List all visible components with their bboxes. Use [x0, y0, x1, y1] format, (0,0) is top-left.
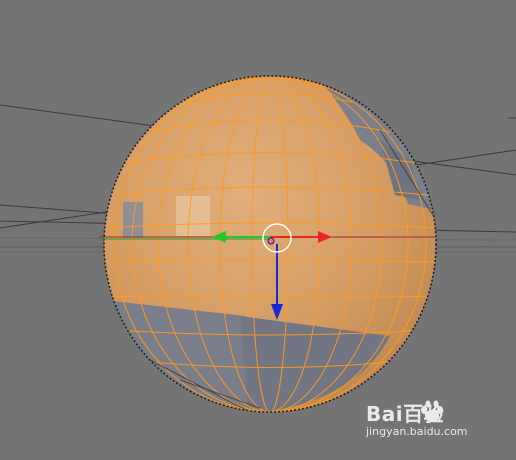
viewport-scene[interactable]	[0, 0, 516, 460]
unselected-faces-bottom	[104, 300, 250, 412]
baidu-watermark: Bai百验 jingyan.baidu.com	[366, 398, 486, 442]
baidu-paw-logo-icon	[421, 400, 443, 422]
pivot-dot-icon	[267, 237, 275, 245]
watermark-url: jingyan.baidu.com	[366, 425, 468, 438]
3d-viewport[interactable]: Bai百验 jingyan.baidu.com	[0, 0, 516, 460]
